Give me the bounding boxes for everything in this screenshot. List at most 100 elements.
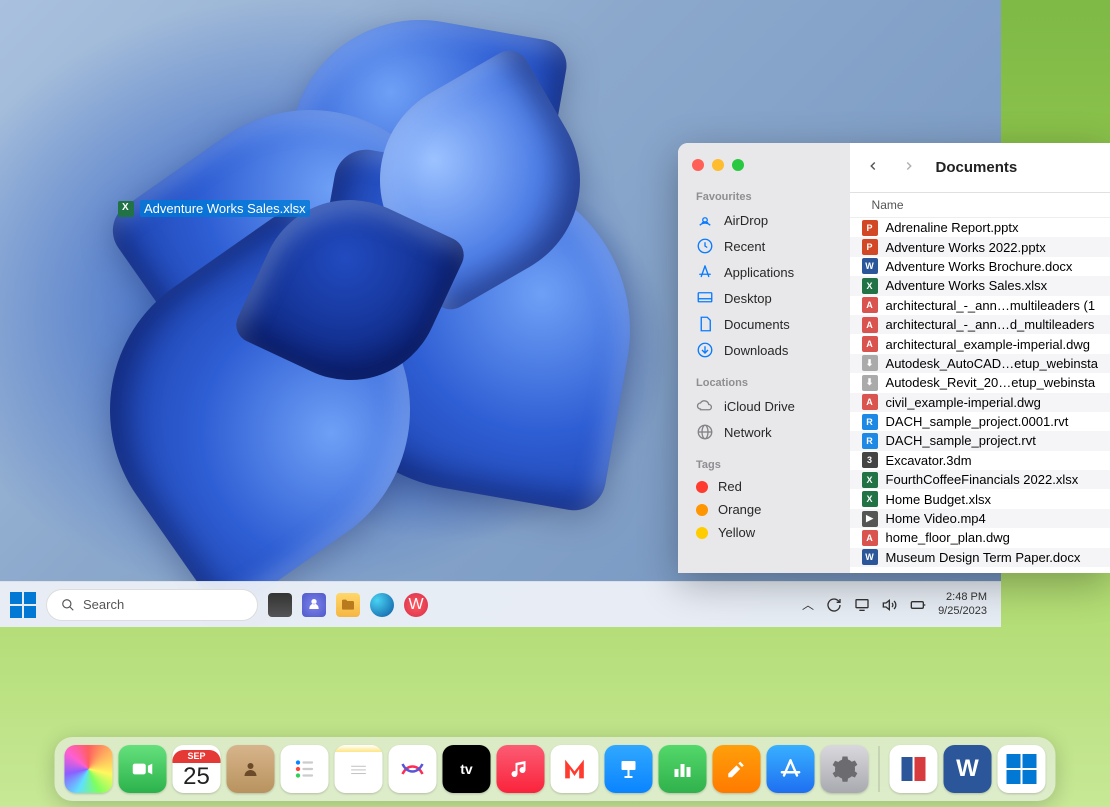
file-row[interactable]: XFourthCoffeeFinancials 2022.xlsx xyxy=(850,470,1110,489)
file-name: Autodesk_AutoCAD…etup_webinsta xyxy=(886,356,1098,371)
file-name: DACH_sample_project.0001.rvt xyxy=(886,414,1069,429)
file-row[interactable]: Aarchitectural_example-imperial.dwg xyxy=(850,334,1110,353)
dock-tv[interactable]: tv xyxy=(443,745,491,793)
dock-calendar[interactable]: SEP25 xyxy=(173,745,221,793)
airdrop-icon xyxy=(696,211,714,229)
file-row[interactable]: ⬇ Autodesk_AutoCAD…etup_webinsta xyxy=(850,354,1110,373)
xlsx-icon: X xyxy=(862,491,878,507)
dock-settings[interactable] xyxy=(821,745,869,793)
edge-button[interactable] xyxy=(370,593,394,617)
3dm-icon: 3 xyxy=(862,452,878,468)
file-row[interactable]: Acivil_example-imperial.dwg xyxy=(850,393,1110,412)
dwg-icon: A xyxy=(862,317,878,333)
calendar-month: SEP xyxy=(173,750,221,763)
sidebar-item-downloads[interactable]: Downloads xyxy=(678,337,850,363)
sidebar-item-label: Recent xyxy=(724,239,765,254)
file-name: Adrenaline Report.pptx xyxy=(886,220,1019,235)
time-label: 2:48 PM xyxy=(938,591,987,604)
finder-sidebar: Favourites AirDrop Recent ApplicationsDesk… xyxy=(678,143,850,573)
file-row[interactable]: 3Excavator.3dm xyxy=(850,451,1110,470)
file-row[interactable]: PAdrenaline Report.pptx xyxy=(850,218,1110,237)
tag-dot-icon xyxy=(696,481,708,493)
clock[interactable]: 2:48 PM 9/25/2023 xyxy=(938,591,991,617)
finder-main: Documents Name PAdrenaline Report.pptxPA… xyxy=(850,143,1110,573)
favourites-heading: Favourites xyxy=(678,185,850,207)
wps-button[interactable]: W xyxy=(404,593,428,617)
dwg-icon: A xyxy=(862,297,878,313)
file-row[interactable]: ▶Home Video.mp4 xyxy=(850,509,1110,528)
dock-facetime[interactable] xyxy=(119,745,167,793)
sidebar-tag-orange[interactable]: Orange xyxy=(678,498,850,521)
dock-pages[interactable] xyxy=(713,745,761,793)
sidebar-tag-yellow[interactable]: Yellow xyxy=(678,521,850,544)
dock-freeform[interactable] xyxy=(389,745,437,793)
file-row[interactable]: Aarchitectural_-_ann…multileaders (1 xyxy=(850,296,1110,315)
display-icon[interactable] xyxy=(854,597,870,613)
file-explorer-button[interactable] xyxy=(336,593,360,617)
xlsx-icon: X xyxy=(862,472,878,488)
dock-contacts[interactable] xyxy=(227,745,275,793)
task-view-button[interactable] xyxy=(268,593,292,617)
start-button[interactable] xyxy=(10,592,36,618)
file-row[interactable]: W Adventure Works Brochure.docx xyxy=(850,257,1110,276)
dock-windows-vm[interactable] xyxy=(998,745,1046,793)
window-title: Documents xyxy=(936,159,1018,176)
dock-appstore[interactable] xyxy=(767,745,815,793)
sidebar-item-applications[interactable]: Applications xyxy=(678,259,850,285)
dock-numbers[interactable] xyxy=(659,745,707,793)
sidebar-item-network[interactable]: Network xyxy=(678,419,850,445)
dock-keynote[interactable] xyxy=(605,745,653,793)
desktop-file-selected[interactable]: Adventure Works Sales.xlsx xyxy=(118,200,310,217)
finder-window[interactable]: Favourites AirDrop Recent ApplicationsDesk… xyxy=(678,143,1110,573)
dwg-icon: A xyxy=(862,394,878,410)
file-name: Museum Design Term Paper.docx xyxy=(886,550,1081,565)
file-name: Adventure Works Brochure.docx xyxy=(886,259,1073,274)
fullscreen-button[interactable] xyxy=(732,159,744,171)
dmg-icon: ⬇ xyxy=(862,355,878,371)
forward-button[interactable] xyxy=(900,157,918,178)
sync-icon[interactable] xyxy=(826,597,842,613)
file-row[interactable]: RDACH_sample_project.rvt xyxy=(850,431,1110,450)
file-row[interactable]: Aarchitectural_-_ann…d_multileaders xyxy=(850,315,1110,334)
sidebar-item-label: Orange xyxy=(718,502,761,517)
sidebar-tag-red[interactable]: Red xyxy=(678,475,850,498)
file-row[interactable]: PAdventure Works 2022.pptx xyxy=(850,237,1110,256)
tags-heading: Tags xyxy=(678,453,850,475)
dock-news[interactable] xyxy=(551,745,599,793)
file-name: Adventure Works Sales.xlsx xyxy=(886,278,1048,293)
rvt-icon: R xyxy=(862,414,878,430)
search-input[interactable]: Search xyxy=(46,589,258,621)
docx-icon: W xyxy=(862,549,878,565)
minimize-button[interactable] xyxy=(712,159,724,171)
file-row[interactable]: XAdventure Works Sales.xlsx xyxy=(850,276,1110,295)
tray-chevron-icon[interactable]: ︿ xyxy=(802,596,814,613)
sidebar-item-desktop[interactable]: Desktop xyxy=(678,285,850,311)
dock-reminders[interactable] xyxy=(281,745,329,793)
file-row[interactable]: ⬇Autodesk_Revit_20…etup_webinsta xyxy=(850,373,1110,392)
close-button[interactable] xyxy=(692,159,704,171)
file-name: architectural_-_ann…multileaders (1 xyxy=(886,298,1096,313)
file-row[interactable]: Ahome_floor_plan.dwg xyxy=(850,528,1110,547)
dock-notes[interactable] xyxy=(335,745,383,793)
dock-parallels[interactable] xyxy=(890,745,938,793)
file-row[interactable]: W Museum Design Term Paper.docx xyxy=(850,548,1110,567)
docx-icon: W xyxy=(862,258,878,274)
windows-taskbar: Search W ︿ 2:48 PM 9/25/2023 xyxy=(0,581,1001,627)
sidebar-item-icloud-drive[interactable]: iCloud Drive xyxy=(678,393,850,419)
file-name: home_floor_plan.dwg xyxy=(886,530,1010,545)
dock-word[interactable]: W xyxy=(944,745,992,793)
sidebar-item-airdrop[interactable]: AirDrop xyxy=(678,207,850,233)
sidebar-item-recent[interactable]: Recent xyxy=(678,233,850,259)
teams-button[interactable] xyxy=(302,593,326,617)
back-button[interactable] xyxy=(864,157,882,178)
column-header-name[interactable]: Name xyxy=(850,193,1110,218)
file-row[interactable]: XHome Budget.xlsx xyxy=(850,489,1110,508)
volume-icon[interactable] xyxy=(882,597,898,613)
sidebar-item-documents[interactable]: Documents xyxy=(678,311,850,337)
downloads-icon xyxy=(696,341,714,359)
dock-photos[interactable] xyxy=(65,745,113,793)
file-row[interactable]: R DACH_sample_project.0001.rvt xyxy=(850,412,1110,431)
dock-music[interactable] xyxy=(497,745,545,793)
battery-icon[interactable] xyxy=(910,597,926,613)
tag-dot-icon xyxy=(696,504,708,516)
